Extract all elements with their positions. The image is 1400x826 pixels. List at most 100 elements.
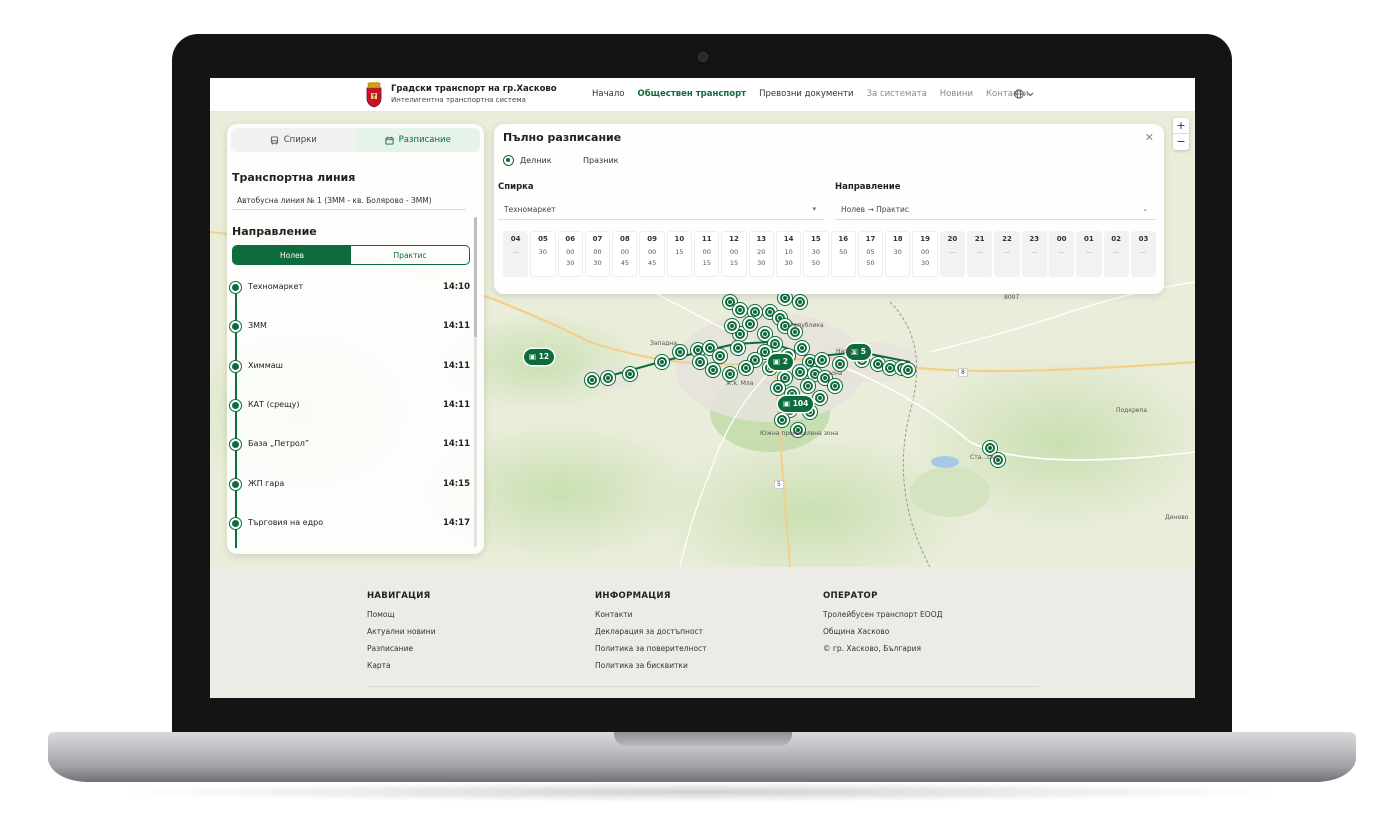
bus-stop-marker-icon[interactable]: [713, 349, 727, 363]
bus-stop-marker-icon[interactable]: [655, 355, 669, 369]
bus-stop-marker-icon[interactable]: [771, 381, 785, 395]
chevron-down-icon: ▾: [812, 205, 816, 213]
direction-nolev-button[interactable]: Нолев: [233, 246, 351, 264]
hour-label: 20: [947, 235, 958, 243]
bus-stop-marker-icon[interactable]: [813, 391, 827, 405]
bus-stop-marker-icon[interactable]: [793, 365, 807, 379]
stop-item[interactable]: Техномаркет 14:10: [230, 280, 470, 294]
line-select[interactable]: Автобусна линия № 1 (ЗММ - кв. Болярово …: [231, 192, 466, 210]
footer-link[interactable]: Помощ: [367, 610, 436, 619]
footer-link[interactable]: Контакти: [595, 610, 707, 619]
footer-link[interactable]: Декларация за достъпност: [595, 627, 707, 636]
footer-link[interactable]: © гр. Хасково, България: [823, 644, 942, 653]
bus-stop-marker-icon[interactable]: [725, 319, 739, 333]
minute-values: 30: [893, 248, 902, 256]
minute-values: 50: [839, 248, 848, 256]
hour-column: 13 20 30: [748, 231, 774, 277]
bus-stop-marker-icon[interactable]: [723, 367, 737, 381]
footer-link[interactable]: Актуални новини: [367, 627, 436, 636]
minute-values: 00 45: [620, 248, 629, 267]
direction-select[interactable]: Нолев → Практис ⌄: [835, 200, 1156, 220]
footer-link[interactable]: Карта: [367, 661, 436, 670]
hour-column: 03 —: [1130, 231, 1157, 277]
bus-stop-marker-icon[interactable]: [673, 345, 687, 359]
close-icon[interactable]: ✕: [1145, 131, 1154, 144]
bus-stop-marker-icon[interactable]: [901, 363, 915, 377]
nav-item-public-transport[interactable]: Обществен транспорт: [637, 89, 746, 99]
tab-schedule[interactable]: Разписание: [355, 128, 480, 152]
hour-column: 05 30: [530, 231, 556, 277]
tab-stops[interactable]: Спирки: [231, 128, 356, 152]
minute-values: 00 30: [920, 248, 930, 267]
scrollbar-thumb[interactable]: [474, 217, 477, 337]
schedule-title: Пълно разписание: [503, 131, 622, 144]
stop-select-value: Техномаркет: [504, 205, 556, 214]
bus-stop-marker-icon[interactable]: [828, 379, 842, 393]
stop-select[interactable]: Техномаркет ▾: [498, 200, 824, 220]
footer-heading: ИНФОРМАЦИЯ: [595, 591, 671, 601]
nav-item-home[interactable]: Начало: [592, 89, 624, 99]
footer-link[interactable]: Разписание: [367, 644, 436, 653]
bus-stop-marker-icon[interactable]: [739, 361, 753, 375]
radio-weekday-circle[interactable]: [503, 155, 514, 166]
bus-stop-marker-icon[interactable]: [743, 317, 757, 331]
hour-column: 15 30 50: [803, 231, 829, 277]
minute-values: 00 45: [647, 248, 657, 267]
nav-item-travel-documents[interactable]: Превозни документи: [759, 89, 853, 99]
footer-link[interactable]: Община Хасково: [823, 627, 942, 636]
stop-time: 14:11: [442, 321, 470, 332]
direction-praktis-button[interactable]: Практис: [351, 246, 469, 264]
line-heading: Транспортна линия: [232, 171, 356, 184]
minute-values: —: [1112, 248, 1120, 256]
bus-stop-marker-icon[interactable]: [801, 379, 815, 393]
footer-link[interactable]: Тролейбусен транспорт ЕООД: [823, 610, 942, 619]
stop-item[interactable]: База „Петрол” 14:11: [230, 437, 470, 451]
stop-item[interactable]: ЗММ 14:11: [230, 319, 470, 333]
stop-item[interactable]: Търговия на едро 14:17: [230, 516, 470, 530]
bus-stop-marker-icon[interactable]: [623, 367, 637, 381]
bus-stop-marker-icon[interactable]: [731, 341, 745, 355]
radio-holiday-circle[interactable]: [566, 155, 577, 166]
radio-weekday[interactable]: Делник: [503, 155, 552, 166]
language-switcher[interactable]: [1014, 89, 1034, 101]
hour-column: 19 00 30: [912, 231, 938, 277]
panel-scrollbar[interactable]: [474, 217, 477, 547]
stop-dot-icon: [230, 439, 241, 451]
brand-title[interactable]: Градски транспорт на гр.Хасково: [391, 84, 557, 94]
zoom-out-button[interactable]: −: [1173, 134, 1189, 150]
stop-cluster-badge[interactable]: ▣ 12: [524, 349, 555, 365]
main-nav: Начало Обществен транспорт Превозни доку…: [592, 89, 1042, 99]
zoom-in-button[interactable]: +: [1173, 118, 1189, 134]
map-place-label: Западна: [650, 340, 677, 347]
calendar-icon: [385, 136, 394, 145]
nav-item-news[interactable]: Новини: [940, 89, 973, 99]
bus-stop-marker-icon[interactable]: [775, 413, 789, 427]
stop-cluster-badge[interactable]: ▣ 2: [768, 354, 793, 370]
stop-item[interactable]: ЖП гара 14:15: [230, 477, 470, 491]
bus-stop-marker-icon[interactable]: [585, 373, 599, 387]
bus-stop-marker-icon[interactable]: [693, 355, 707, 369]
stop-item[interactable]: Химмаш 14:11: [230, 359, 470, 373]
nav-item-about[interactable]: За системата: [867, 89, 927, 99]
hour-label: 06: [565, 235, 576, 243]
stop-item[interactable]: КАТ (срещу) 14:11: [230, 398, 470, 412]
bus-stop-marker-icon[interactable]: [706, 363, 720, 377]
bus-stop-marker-icon[interactable]: [601, 371, 615, 385]
bus-stop-marker-icon[interactable]: [795, 341, 809, 355]
bus-stop-marker-icon[interactable]: [733, 303, 747, 317]
bus-stop-marker-icon[interactable]: [815, 353, 829, 367]
hour-label: 05: [538, 235, 548, 243]
bus-stop-marker-icon[interactable]: [793, 295, 807, 309]
footer-link[interactable]: Политика за бисквитки: [595, 661, 707, 670]
minute-values: 30 50: [811, 248, 821, 267]
radio-holiday[interactable]: Празник: [566, 155, 619, 166]
panel-tabs: Спирки Разписание: [231, 128, 480, 152]
stop-cluster-badge[interactable]: ▣ 104: [778, 396, 814, 412]
stop-name: КАТ (срещу): [248, 399, 300, 409]
footer-link[interactable]: Политика за поверителност: [595, 644, 707, 653]
bus-stop-marker-icon[interactable]: [833, 357, 847, 371]
hour-column: 07 00 30: [584, 231, 611, 277]
minute-values: 00 30: [566, 248, 575, 267]
coat-of-arms-icon[interactable]: [365, 82, 383, 108]
direction-toggle: Нолев Практис: [232, 245, 470, 265]
